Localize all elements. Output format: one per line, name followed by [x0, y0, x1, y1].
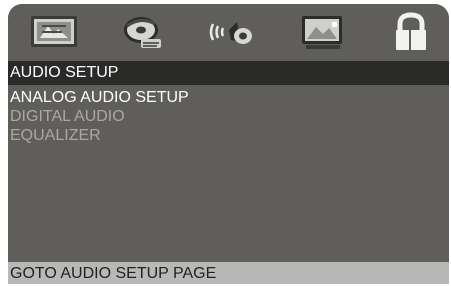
- video-display-icon[interactable]: [294, 10, 350, 54]
- general-setup-icon[interactable]: [26, 10, 82, 54]
- video-disc-icon[interactable]: [115, 10, 171, 54]
- status-text: GOTO AUDIO SETUP PAGE: [8, 262, 449, 284]
- osd-screen: AUDIO SETUP ANALOG AUDIO SETUP DIGITAL A…: [8, 4, 449, 284]
- menu-item-equalizer[interactable]: EQUALIZER: [10, 126, 189, 145]
- lock-icon[interactable]: [383, 10, 439, 54]
- audio-setup-menu: ANALOG AUDIO SETUP DIGITAL AUDIO EQUALIZ…: [10, 88, 189, 145]
- menu-item-digital-audio[interactable]: DIGITAL AUDIO: [10, 107, 189, 126]
- menu-item-analog-audio-setup[interactable]: ANALOG AUDIO SETUP: [10, 88, 189, 107]
- audio-speaker-icon[interactable]: [205, 10, 261, 54]
- setup-icon-bar: [8, 4, 449, 59]
- page-title: AUDIO SETUP: [8, 61, 449, 85]
